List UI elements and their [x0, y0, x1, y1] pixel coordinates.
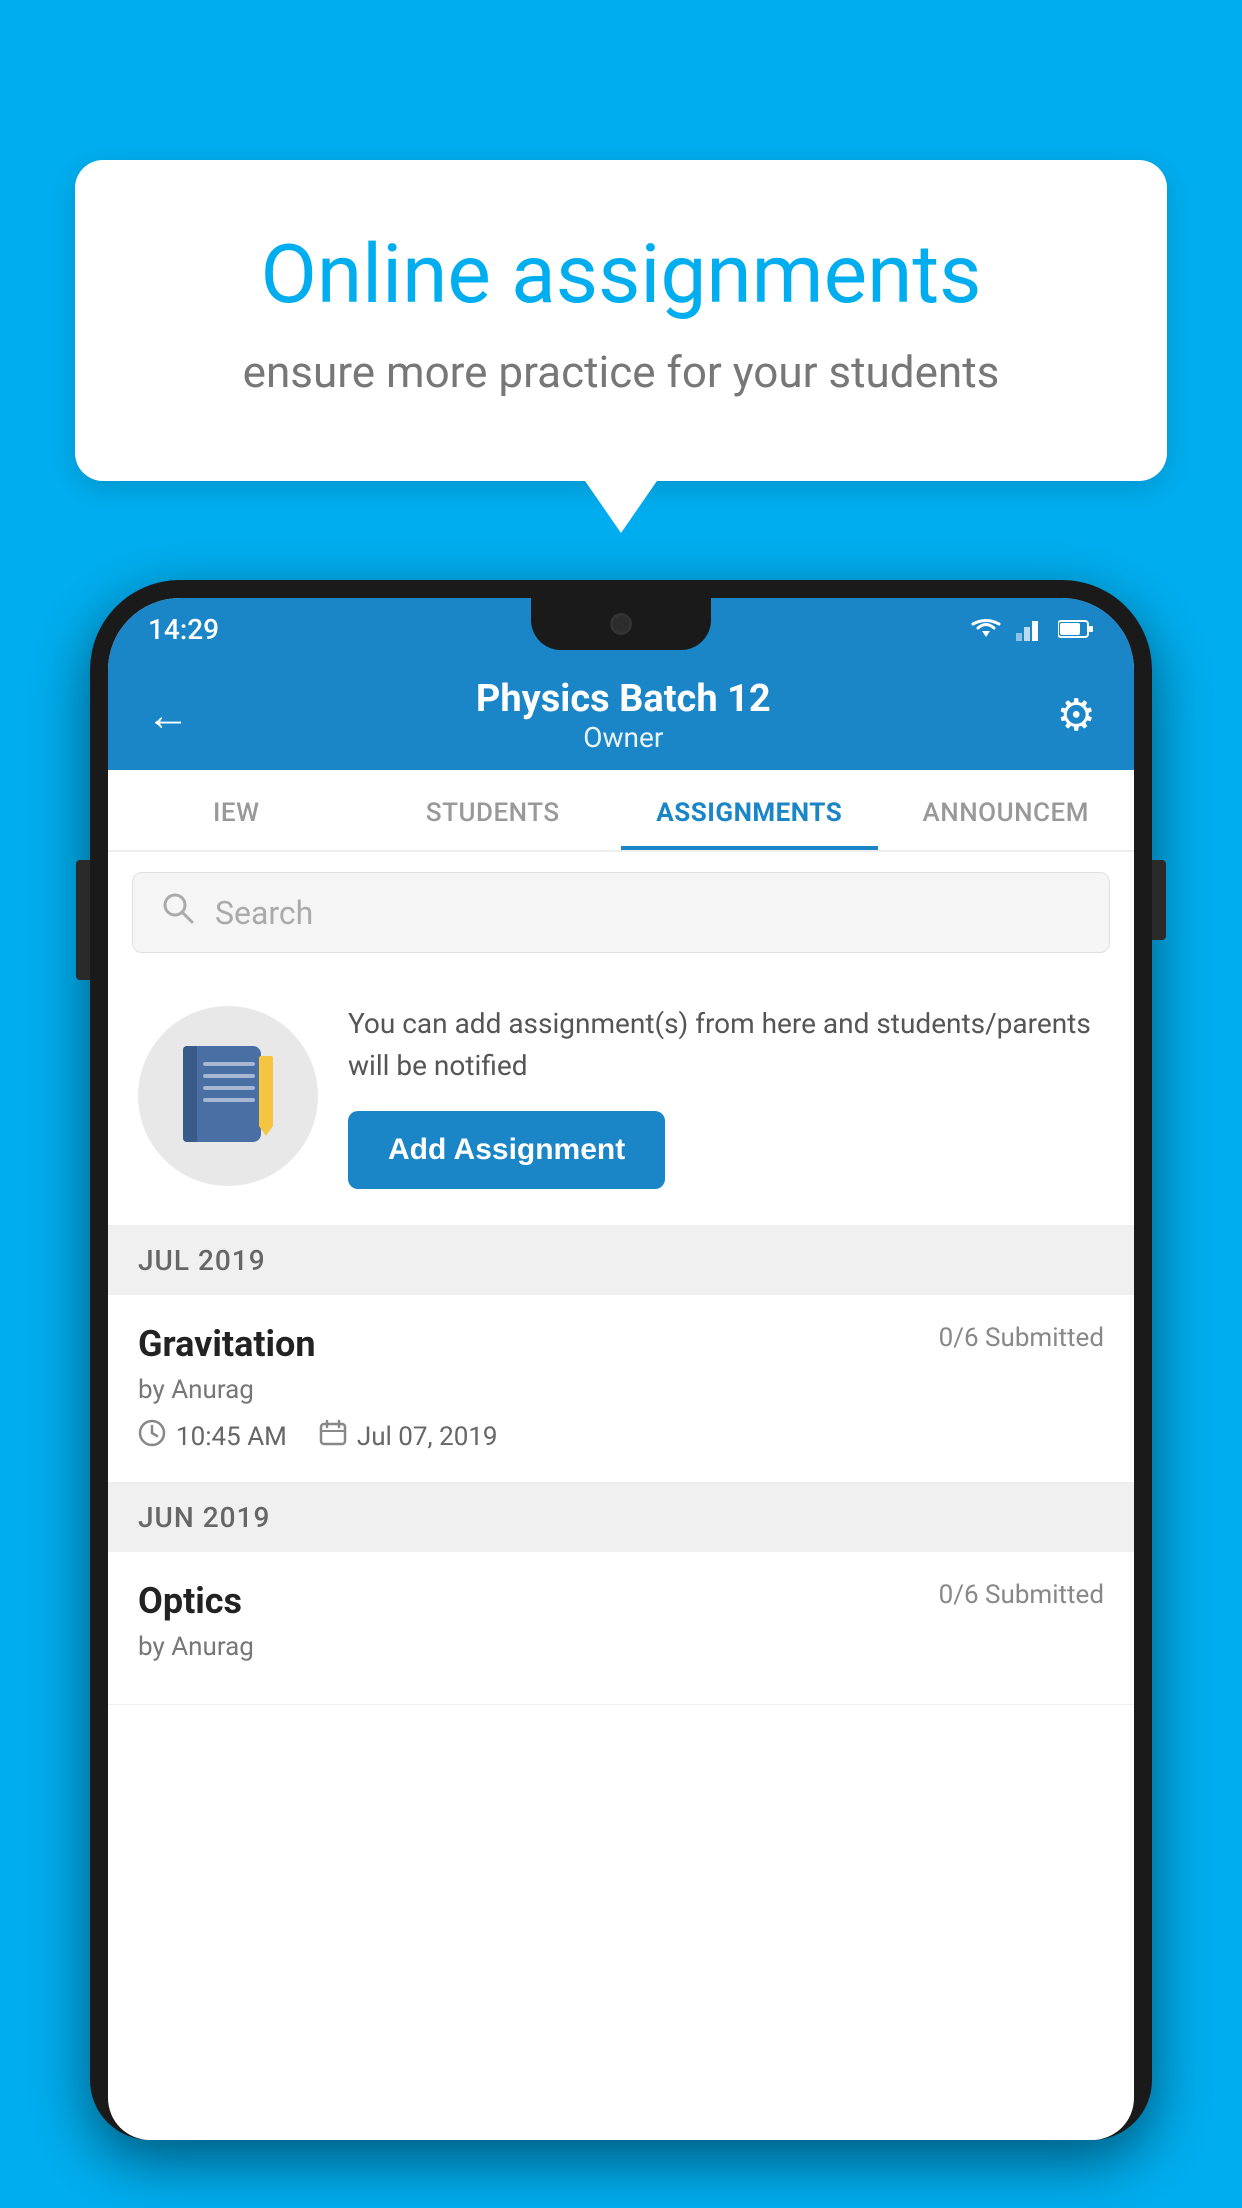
promo-content: You can add assignment(s) from here and …	[348, 1003, 1104, 1189]
speech-bubble-section: Online assignments ensure more practice …	[75, 160, 1167, 481]
assignment-title: Gravitation	[138, 1323, 316, 1365]
header-title: Physics Batch 12	[476, 677, 771, 721]
assignment-row-top-optics: Optics 0/6 Submitted	[138, 1580, 1104, 1622]
speech-bubble: Online assignments ensure more practice …	[75, 160, 1167, 481]
battery-icon	[1058, 619, 1094, 639]
phone-container: 14:29	[90, 580, 1152, 2208]
assignment-author-optics: by Anurag	[138, 1632, 1104, 1662]
settings-button[interactable]: ⚙	[1057, 689, 1096, 741]
back-button[interactable]: ←	[146, 689, 190, 741]
assignment-title-optics: Optics	[138, 1580, 242, 1622]
assignment-item-optics[interactable]: Optics 0/6 Submitted by Anurag	[108, 1552, 1134, 1705]
tab-students[interactable]: STUDENTS	[365, 770, 622, 850]
date-value: Jul 07, 2019	[357, 1422, 498, 1452]
clock-icon	[138, 1419, 166, 1454]
search-placeholder: Search	[215, 894, 313, 932]
header-subtitle: Owner	[476, 721, 771, 754]
meta-date: Jul 07, 2019	[319, 1419, 498, 1454]
bubble-subtitle: ensure more practice for your students	[155, 344, 1087, 401]
promo-section: You can add assignment(s) from here and …	[108, 973, 1134, 1226]
assignment-meta: 10:45 AM Jul 07, 2019	[138, 1419, 1104, 1454]
signal-icon	[1016, 617, 1044, 641]
header-center: Physics Batch 12 Owner	[476, 677, 771, 754]
search-container: Search	[108, 852, 1134, 973]
calendar-icon	[319, 1419, 347, 1454]
search-bar[interactable]: Search	[132, 872, 1110, 953]
assignment-row-top: Gravitation 0/6 Submitted	[138, 1323, 1104, 1365]
status-icons	[970, 617, 1094, 641]
meta-time: 10:45 AM	[138, 1419, 287, 1454]
month-header-jun: JUN 2019	[108, 1483, 1134, 1552]
search-icon	[161, 891, 195, 934]
month-header-jul: JUL 2019	[108, 1226, 1134, 1295]
time-value: 10:45 AM	[176, 1422, 287, 1452]
status-bar: 14:29	[108, 598, 1134, 660]
promo-icon-circle	[138, 1006, 318, 1186]
wifi-icon	[970, 617, 1002, 641]
promo-description: You can add assignment(s) from here and …	[348, 1003, 1104, 1087]
assignment-author: by Anurag	[138, 1375, 1104, 1405]
notch-camera	[610, 613, 632, 635]
bubble-title: Online assignments	[155, 230, 1087, 320]
assignment-item-gravitation[interactable]: Gravitation 0/6 Submitted by Anurag 10:4…	[108, 1295, 1134, 1483]
notch	[531, 598, 711, 650]
add-assignment-button[interactable]: Add Assignment	[348, 1111, 665, 1189]
notebook-icon	[183, 1046, 273, 1146]
tab-assignments[interactable]: ASSIGNMENTS	[621, 770, 878, 850]
assignment-submitted-optics: 0/6 Submitted	[939, 1580, 1104, 1610]
phone-screen: 14:29	[108, 598, 1134, 2140]
phone-outer: 14:29	[90, 580, 1152, 2140]
app-header: ← Physics Batch 12 Owner ⚙	[108, 660, 1134, 770]
tab-iew[interactable]: IEW	[108, 770, 365, 850]
status-time: 14:29	[148, 613, 219, 646]
assignment-submitted: 0/6 Submitted	[939, 1323, 1104, 1353]
tab-announcements[interactable]: ANNOUNCEM	[878, 770, 1135, 850]
tabs-container: IEW STUDENTS ASSIGNMENTS ANNOUNCEM	[108, 770, 1134, 852]
